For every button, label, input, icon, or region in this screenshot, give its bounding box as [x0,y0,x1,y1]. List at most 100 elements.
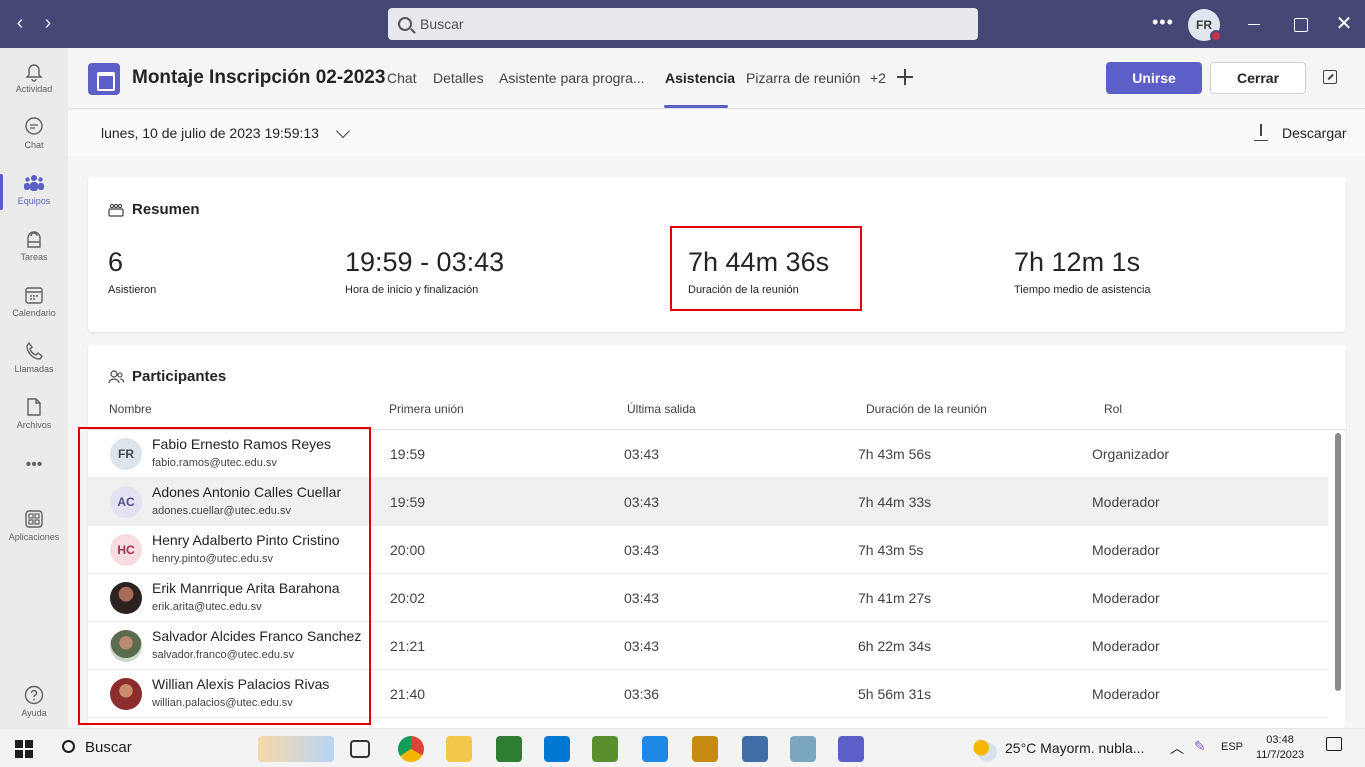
first-join: 21:21 [390,638,426,654]
calendar-badge-icon [88,63,120,95]
col-duracion[interactable]: Duración de la reunión [866,402,987,416]
people-icon [108,369,124,383]
teams-icon [24,175,44,191]
popout-icon[interactable] [1323,70,1337,84]
last-leave: 03:43 [624,446,660,462]
duration: 5h 56m 31s [858,686,932,702]
clock-date: 11/7/2023 [1256,749,1305,761]
remote-desktop-icon[interactable] [742,736,768,762]
minimize-button[interactable] [1242,12,1266,36]
duration-highlight-box [670,226,862,311]
tasks-icon [27,231,41,248]
stat-label: Hora de inicio y finalización [345,284,479,296]
editor-app-icon[interactable] [790,736,816,762]
rail-item-llamadas[interactable]: Llamadas [0,332,68,388]
maximize-button[interactable] [1288,12,1312,36]
close-window-button[interactable]: ✕ [1332,12,1356,36]
tab-chat[interactable]: Chat [387,70,417,86]
taskbar-clock[interactable]: 03:48 11/7/2023 [1256,733,1304,763]
chrome-icon[interactable] [398,736,424,762]
windows-taskbar: Buscar 25°C Mayorm. nubla... ︿ ✎ ESP 03:… [0,728,1365,767]
more-options-icon[interactable]: ••• [1152,12,1174,33]
rail-item-ayuda[interactable]: Ayuda [0,676,68,732]
rail-item-more[interactable]: ••• [0,450,68,506]
windows-start-icon[interactable] [15,740,33,758]
tab-more[interactable]: +2 [870,70,886,86]
col-primera-union[interactable]: Primera unión [389,402,464,416]
notes-app-icon[interactable] [592,736,618,762]
rail-item-actividad[interactable]: Actividad [0,52,68,108]
language-indicator[interactable]: ESP [1221,741,1243,753]
role: Moderador [1092,638,1160,654]
teams-taskbar-icon[interactable] [838,736,864,762]
phone-icon [26,341,43,360]
tab-detalles[interactable]: Detalles [433,70,484,86]
task-view-icon[interactable] [350,740,370,758]
weather-icon [970,736,998,762]
rail-item-chat[interactable]: Chat [0,108,68,164]
forward-arrow-icon[interactable]: › [36,12,60,36]
first-join: 19:59 [390,446,426,462]
tab-pizarra[interactable]: Pizarra de reunión [746,70,860,86]
taskbar-search-label: Buscar [85,739,132,756]
col-ultima-salida[interactable]: Última salida [627,402,696,416]
role: Moderador [1092,494,1160,510]
rail-item-equipos[interactable]: Equipos [0,164,68,220]
rail-label: Aplicaciones [8,532,60,542]
back-arrow-icon[interactable]: ‹ [8,12,32,36]
download-button[interactable]: Descargar [1282,125,1347,141]
close-button[interactable]: Cerrar [1210,62,1306,94]
stat-value: 6 [108,247,124,277]
meeting-header: Montaje Inscripción 02-2023 Chat Detalle… [68,48,1365,109]
stat-average-attendance: 7h 12m 1s Tiempo medio de asistencia [1014,247,1151,296]
duration: 7h 44m 33s [858,494,932,510]
tab-asistente[interactable]: Asistente para progra... [499,70,645,86]
tray-chevron-up-icon[interactable]: ︿ [1170,738,1184,758]
last-leave: 03:43 [624,542,660,558]
chat-icon [25,117,43,135]
rail-item-calendario[interactable]: Calendario [0,276,68,332]
active-tab-indicator [664,105,728,108]
join-button[interactable]: Unirse [1106,62,1202,94]
rail-label: Llamadas [14,364,54,374]
rail-label: Ayuda [21,708,47,718]
stat-start-end: 19:59 - 03:43 Hora de inicio y finalizac… [345,247,504,296]
app-rail: Actividad Chat Equipos Tareas Calendario… [0,48,68,728]
photos-icon[interactable] [642,736,668,762]
col-nombre[interactable]: Nombre [109,402,152,416]
file-icon [27,398,41,416]
rail-item-aplicaciones[interactable]: Aplicaciones [0,500,68,556]
notifications-icon[interactable] [1326,737,1342,751]
file-explorer-icon[interactable] [446,736,472,762]
col-rol[interactable]: Rol [1104,402,1122,416]
help-icon [24,685,44,705]
user-avatar[interactable]: FR [1188,9,1222,42]
chevron-down-icon[interactable] [335,123,351,139]
vscode-icon[interactable] [544,736,570,762]
rail-item-archivos[interactable]: Archivos [0,388,68,444]
weather-text[interactable]: 25°C Mayorm. nubla... [1005,740,1144,756]
summary-icon [108,203,124,217]
tool-app-icon[interactable] [692,736,718,762]
pen-icon[interactable]: ✎ [1194,738,1206,755]
apps-icon [25,510,43,528]
participants-scrollbar[interactable] [1335,433,1341,691]
download-icon[interactable] [1254,124,1268,141]
search-highlight-image[interactable] [258,736,334,762]
add-tab-icon[interactable] [896,68,914,86]
last-leave: 03:43 [624,638,660,654]
rail-item-tareas[interactable]: Tareas [0,220,68,276]
excel-icon[interactable] [496,736,522,762]
last-leave: 03:43 [624,494,660,510]
duration: 6h 22m 34s [858,638,932,654]
first-join: 21:40 [390,686,426,702]
search-icon [62,740,75,753]
first-join: 20:00 [390,542,426,558]
duration: 7h 43m 5s [858,542,924,558]
taskbar-search[interactable]: Buscar [62,739,132,756]
tab-asistencia[interactable]: Asistencia [665,70,735,86]
names-highlight-box [78,427,371,725]
search-input[interactable]: Buscar [388,8,978,40]
participants-title: Participantes [132,368,227,385]
summary-title: Resumen [132,201,200,218]
